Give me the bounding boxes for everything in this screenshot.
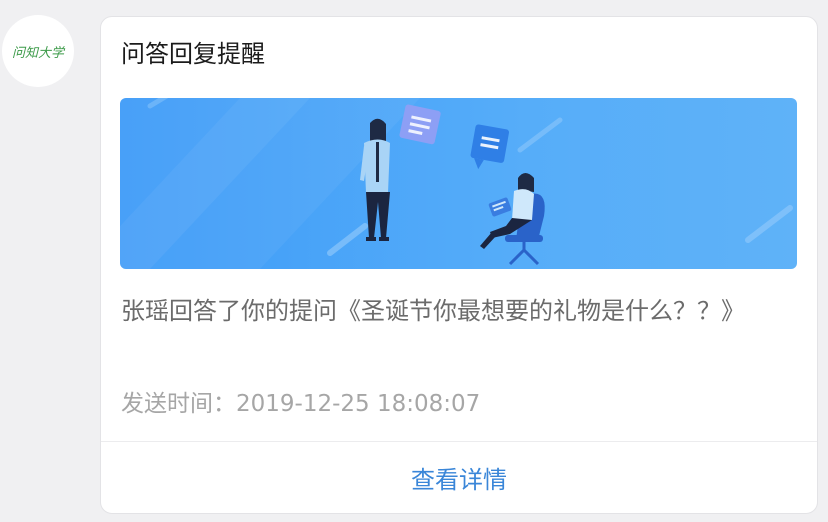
send-time-label: 发送时间： <box>121 391 236 417</box>
send-time-row: 发送时间：2019-12-25 18:08:07 <box>121 387 480 421</box>
card-title: 问答回复提醒 <box>121 40 265 68</box>
view-detail-button[interactable]: 查看详情 <box>101 442 817 513</box>
reply-message: 张瑶回答了你的提问《圣诞节你最想要的礼物是什么？？》 <box>121 297 745 325</box>
message-card: 问答回复提醒 张瑶回答了你的提问《圣诞节你最想要的礼物是什么？？》 发送时间：2… <box>100 16 818 514</box>
qa-illustration-icon <box>120 98 793 269</box>
account-avatar[interactable]: 问知大学 <box>2 15 74 87</box>
qa-illustration-banner <box>120 98 797 269</box>
avatar-logo-text: 问知大学 <box>11 45 64 61</box>
send-time-value: 2019-12-25 18:08:07 <box>236 391 481 417</box>
